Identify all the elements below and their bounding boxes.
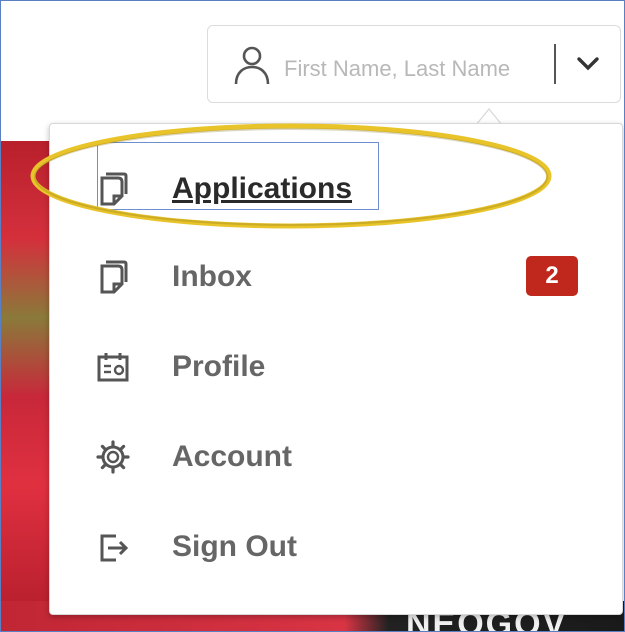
profile-card-icon bbox=[97, 353, 129, 382]
menu-item-label: Account bbox=[172, 440, 292, 473]
gear-icon bbox=[96, 440, 130, 474]
user-menu-toggle[interactable]: First Name, Last Name bbox=[207, 25, 621, 103]
inbox-count-badge: 2 bbox=[526, 256, 578, 296]
focus-outline bbox=[97, 142, 379, 210]
menu-item-label: Sign Out bbox=[172, 530, 297, 563]
menu-item-sign-out[interactable]: Sign Out bbox=[50, 516, 622, 576]
menu-item-profile[interactable]: Profile bbox=[50, 336, 622, 396]
dropdown-caret bbox=[476, 108, 502, 125]
document-icon bbox=[100, 260, 128, 294]
sign-out-icon bbox=[100, 534, 129, 562]
user-icon bbox=[234, 46, 270, 85]
menu-item-account[interactable]: Account bbox=[50, 426, 622, 486]
menu-item-inbox[interactable]: Inbox 2 bbox=[50, 246, 622, 306]
screenshot-frame: NEOGOV First Name, Last Name Application… bbox=[0, 0, 625, 632]
menu-item-label: Profile bbox=[172, 350, 266, 383]
menu-item-label: Inbox bbox=[172, 260, 252, 293]
text-cursor bbox=[554, 44, 556, 84]
user-name-text: First Name, Last Name bbox=[284, 56, 511, 81]
chevron-down-icon[interactable] bbox=[576, 54, 600, 74]
